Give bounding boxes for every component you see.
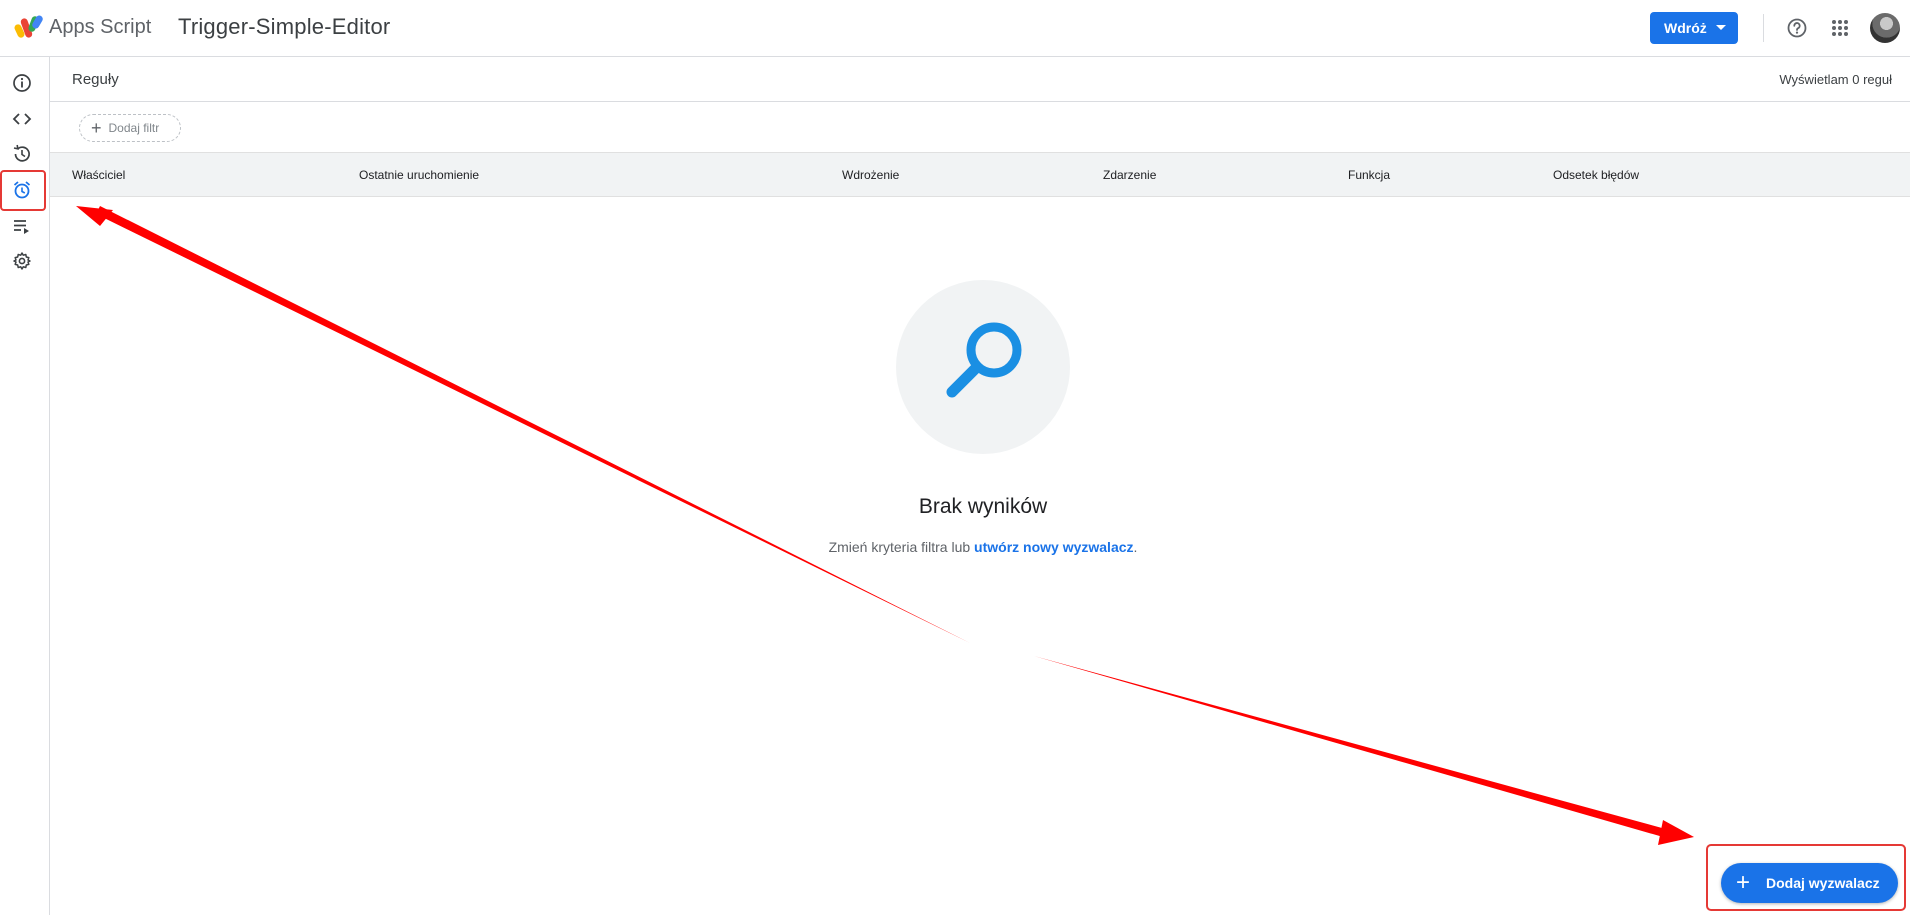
code-icon[interactable] bbox=[10, 107, 34, 131]
column-event[interactable]: Zdarzenie bbox=[1103, 168, 1156, 182]
plus-icon: + bbox=[91, 118, 102, 138]
filter-bar: + Dodaj filtr bbox=[50, 102, 1910, 152]
apps-script-logo[interactable] bbox=[14, 14, 44, 40]
column-last-run[interactable]: Ostatnie uruchomienie bbox=[359, 168, 479, 182]
deploy-button[interactable]: Wdróż bbox=[1650, 12, 1738, 44]
history-icon[interactable] bbox=[10, 142, 34, 166]
app-name[interactable]: Apps Script bbox=[49, 15, 151, 39]
top-bar: Apps Script Trigger-Simple-Editor Wdróż bbox=[0, 0, 1910, 57]
main-panel: Reguły Wyświetlam 0 reguł + Dodaj filtr … bbox=[50, 57, 1910, 915]
add-filter-label: Dodaj filtr bbox=[108, 121, 160, 135]
help-icon[interactable] bbox=[1786, 17, 1808, 39]
add-trigger-button[interactable]: + Dodaj wyzwalacz bbox=[1721, 863, 1898, 903]
gear-icon[interactable] bbox=[10, 249, 34, 273]
project-title[interactable]: Trigger-Simple-Editor bbox=[178, 13, 390, 41]
create-trigger-link[interactable]: utwórz nowy wyzwalacz bbox=[974, 539, 1133, 555]
rule-count: Wyświetlam 0 reguł bbox=[1779, 72, 1892, 87]
empty-state-text: Zmień kryteria filtra lub utwórz nowy wy… bbox=[50, 539, 1910, 555]
empty-state-illustration bbox=[896, 280, 1070, 454]
add-filter-button[interactable]: + Dodaj filtr bbox=[79, 114, 181, 142]
deploy-button-label: Wdróż bbox=[1664, 20, 1707, 36]
column-deployment[interactable]: Wdrożenie bbox=[842, 168, 899, 182]
apps-grid-icon[interactable] bbox=[1831, 19, 1849, 37]
chevron-down-icon bbox=[1716, 25, 1726, 30]
annotation-highlight-triggers bbox=[0, 170, 46, 211]
add-trigger-label: Dodaj wyzwalacz bbox=[1766, 875, 1880, 891]
plus-icon: + bbox=[1736, 869, 1751, 896]
executions-icon[interactable] bbox=[10, 214, 34, 238]
empty-state-title: Brak wyników bbox=[918, 495, 1048, 518]
empty-state-period: . bbox=[1133, 539, 1138, 555]
column-error-rate[interactable]: Odsetek błędów bbox=[1553, 168, 1639, 182]
column-owner[interactable]: Właściciel bbox=[72, 168, 125, 182]
info-icon[interactable] bbox=[10, 71, 34, 95]
page-title: Reguły bbox=[72, 71, 119, 88]
avatar[interactable] bbox=[1870, 13, 1900, 43]
divider bbox=[1763, 14, 1764, 42]
magnifier-icon bbox=[946, 322, 1022, 398]
column-function[interactable]: Funkcja bbox=[1348, 168, 1390, 182]
table-header: Właściciel Ostatnie uruchomienie Wdrożen… bbox=[50, 152, 1910, 197]
rules-header: Reguły Wyświetlam 0 reguł bbox=[50, 57, 1910, 102]
empty-state-message: Zmień kryteria filtra lub bbox=[828, 539, 971, 555]
